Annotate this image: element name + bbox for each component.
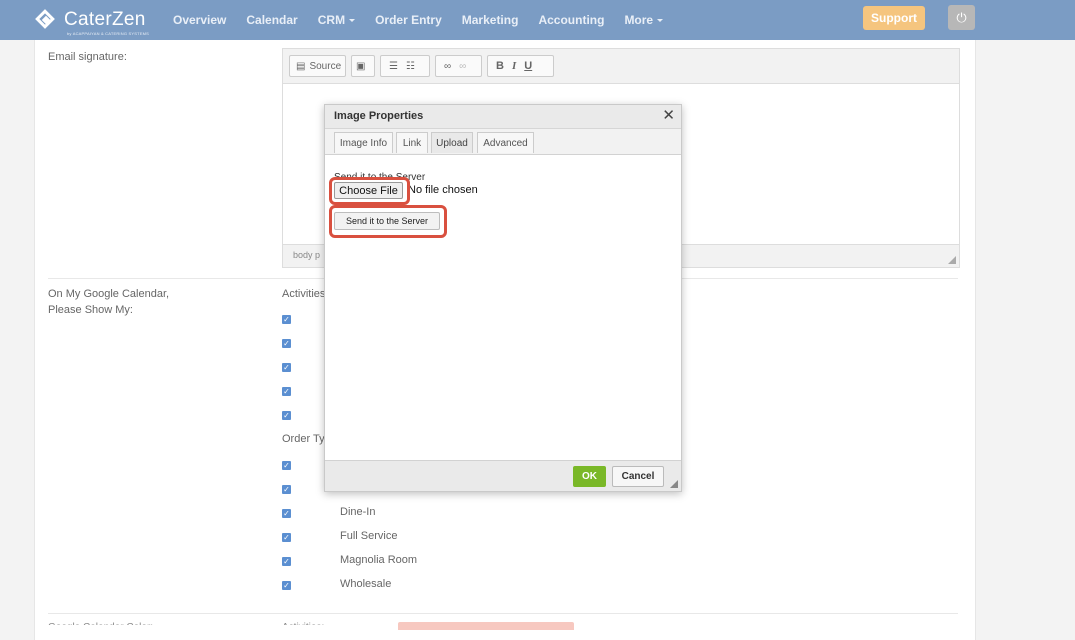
activity-checkbox[interactable]: ✓ (282, 363, 291, 372)
activity-checkbox[interactable]: ✓ (282, 339, 291, 348)
nav-label: Calendar (246, 13, 298, 27)
caret-down-icon (349, 19, 356, 23)
image-button[interactable]: ▣ (351, 55, 375, 77)
order-type-checkbox[interactable]: ✓ (282, 461, 291, 470)
nav-label: Marketing (461, 13, 519, 27)
nav-label: Overview (173, 13, 227, 27)
underline-button[interactable]: U (524, 60, 532, 72)
dialog-footer: OK Cancel (325, 460, 681, 491)
nav-label: CRM (317, 13, 346, 27)
list-buttons: ☰ ☷ (380, 55, 430, 77)
activity-checkbox[interactable]: ✓ (282, 315, 291, 324)
order-type-checkbox[interactable]: ✓ (282, 485, 291, 494)
brand-name: CaterZen (64, 9, 146, 30)
activities-color-partial: Activities: (282, 620, 324, 625)
italic-button[interactable]: I (512, 60, 516, 72)
source-button[interactable]: ▤ Source (289, 55, 346, 77)
image-icon: ▣ (356, 60, 366, 72)
resize-grip-icon[interactable] (948, 256, 956, 264)
order-type-label: Full Service (340, 530, 398, 542)
nav-overview[interactable]: Overview (173, 13, 226, 27)
main-nav: Overview Calendar CRM Order Entry Market… (163, 0, 673, 40)
color-heading-partial: Google Calendar Color: (48, 620, 153, 625)
activity-checkbox[interactable]: ✓ (282, 411, 291, 420)
bulleted-list-icon[interactable]: ☷ (406, 61, 415, 72)
email-signature-label: Email signature: (48, 51, 127, 63)
calendar-label-line2: Please Show My: (48, 304, 133, 316)
format-buttons: B I U (487, 55, 554, 77)
element-path: body p (293, 250, 321, 260)
upload-panel: Send it to the Server Choose File No fil… (325, 155, 681, 460)
cancel-button[interactable]: Cancel (612, 466, 664, 487)
nav-label: Accounting (538, 13, 605, 27)
brand-subtitle: by ACAPPAIYAN & CATERING SYSTEMS (67, 31, 149, 36)
caret-down-icon (657, 19, 664, 23)
order-type-checkbox[interactable]: ✓ (282, 581, 291, 590)
support-button[interactable]: Support (863, 6, 925, 30)
brand-logo[interactable]: CaterZen by ACAPPAIYAN & CATERING SYSTEM… (34, 6, 149, 36)
activity-checkbox[interactable]: ✓ (282, 387, 291, 396)
activities-heading: Activities (282, 288, 326, 300)
unlink-icon[interactable]: ∞ (459, 61, 466, 72)
order-type-checkbox[interactable]: ✓ (282, 509, 291, 518)
dialog-title-bar[interactable]: Image Properties ✕ (325, 105, 681, 129)
numbered-list-icon[interactable]: ☰ (389, 61, 398, 72)
highlight-send-button (329, 205, 447, 238)
tab-link[interactable]: Link (396, 132, 428, 153)
power-icon[interactable]: ⏻ (948, 5, 975, 30)
dialog-tabs: Image Info Link Upload Advanced (325, 129, 681, 155)
nav-marketing[interactable]: Marketing (462, 13, 519, 27)
order-types-heading: Order Ty (282, 433, 325, 445)
editor-toolbar: ▤ Source ▣ ☰ ☷ ∞ ∞ B I U (283, 49, 959, 84)
dialog-title: Image Properties (334, 110, 424, 122)
top-navigation-bar: CaterZen by ACAPPAIYAN & CATERING SYSTEM… (0, 0, 1075, 40)
order-type-checkbox[interactable]: ✓ (282, 533, 291, 542)
file-status-text: No file chosen (408, 184, 478, 196)
nav-accounting[interactable]: Accounting (538, 13, 604, 27)
nav-order-entry[interactable]: Order Entry (375, 13, 442, 27)
nav-calendar[interactable]: Calendar (246, 13, 297, 27)
order-type-checkbox[interactable]: ✓ (282, 557, 291, 566)
resize-grip-icon[interactable] (670, 480, 678, 488)
tab-upload[interactable]: Upload (431, 132, 473, 153)
close-icon[interactable]: ✕ (662, 108, 675, 124)
link-buttons: ∞ ∞ (435, 55, 482, 77)
order-type-label: Wholesale (340, 578, 392, 590)
source-label: Source (309, 60, 342, 72)
nav-more[interactable]: More (624, 13, 664, 27)
source-icon: ▤ (296, 60, 306, 72)
nav-label: More (624, 13, 654, 27)
nav-label: Order Entry (375, 13, 442, 27)
bold-button[interactable]: B (496, 60, 504, 72)
color-swatch-bar[interactable] (398, 622, 574, 630)
link-icon[interactable]: ∞ (444, 61, 451, 72)
nav-crm[interactable]: CRM (317, 13, 356, 27)
image-properties-dialog: Image Properties ✕ Image Info Link Uploa… (324, 104, 682, 492)
order-type-label: Dine-In (340, 506, 376, 518)
tab-image-info[interactable]: Image Info (334, 132, 393, 153)
calendar-label-line1: On My Google Calendar, (48, 288, 170, 300)
highlight-choose-file (329, 177, 410, 205)
logo-diamond-icon (34, 8, 58, 32)
section-divider (48, 613, 958, 614)
order-type-label: Magnolia Room (340, 554, 418, 566)
tab-advanced[interactable]: Advanced (477, 132, 534, 153)
ok-button[interactable]: OK (573, 466, 606, 487)
